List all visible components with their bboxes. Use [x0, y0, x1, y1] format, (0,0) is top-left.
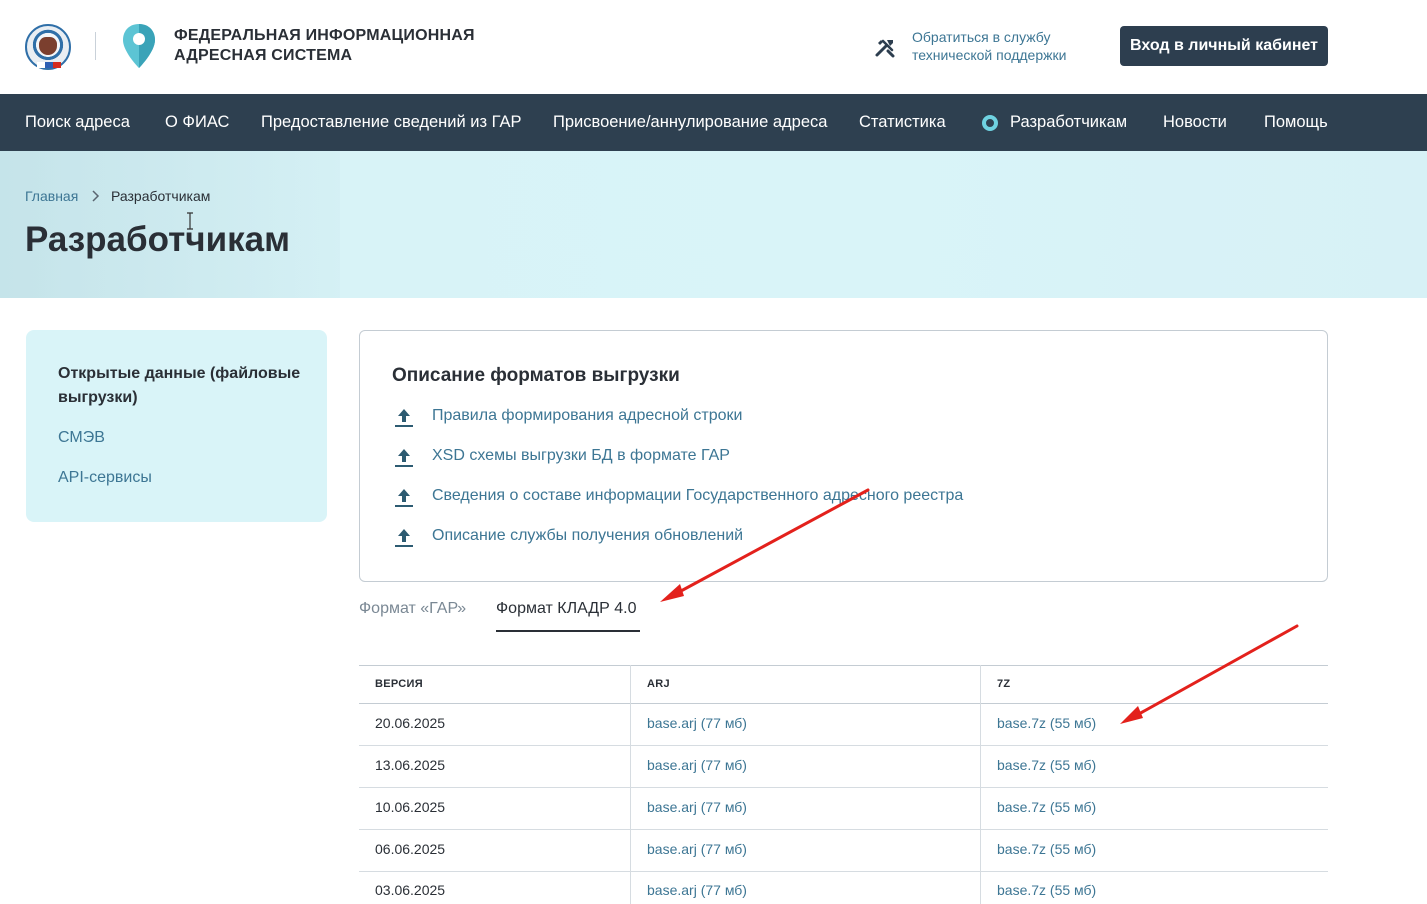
active-tab-underline	[496, 630, 640, 632]
doc-link-label: XSD схемы выгрузки БД в формате ГАР	[432, 447, 730, 464]
table-cell-version: 03.06.2025	[375, 882, 446, 898]
table-header-divider	[359, 703, 1328, 704]
support-line-2: технической поддержки	[912, 47, 1067, 63]
table-row-divider	[359, 829, 1328, 830]
nav-item-help[interactable]: Помощь	[1264, 94, 1328, 151]
brand-line-2: АДРЕСНАЯ СИСТЕМА	[174, 47, 353, 64]
table-cell-arj-link[interactable]: base.arj (77 мб)	[647, 715, 747, 731]
formats-card-title: Описание форматов выгрузки	[392, 365, 680, 386]
tools-icon[interactable]	[874, 37, 896, 59]
tab-gar-format[interactable]: Формат «ГАР»	[359, 600, 466, 618]
nav-item-about-fias[interactable]: О ФИАС	[165, 94, 229, 151]
download-icon	[395, 449, 413, 467]
table-cell-version: 06.06.2025	[375, 841, 446, 857]
support-line-1: Обратиться в службу	[912, 29, 1051, 45]
table-cell-7z-link[interactable]: base.7z (55 мб)	[997, 882, 1096, 898]
main-nav: Поиск адреса О ФИАС Предоставление сведе…	[0, 94, 1427, 151]
table-cell-arj-link[interactable]: base.arj (77 мб)	[647, 757, 747, 773]
table-cell-version: 10.06.2025	[375, 799, 446, 815]
table-row-divider	[359, 787, 1328, 788]
table-header-7z: 7Z	[997, 678, 1011, 690]
table-cell-arj-link[interactable]: base.arj (77 мб)	[647, 882, 747, 898]
table-header-version: ВЕРСИЯ	[375, 678, 423, 690]
sidebar-item-api-services[interactable]: API-сервисы	[58, 466, 152, 490]
table-row-divider	[359, 745, 1328, 746]
support-link[interactable]: Обратиться в службу технической поддержк…	[912, 28, 1092, 64]
eagle-icon	[39, 37, 57, 55]
nav-item-statistics[interactable]: Статистика	[859, 94, 946, 151]
nav-item-news[interactable]: Новости	[1163, 94, 1227, 151]
download-icon	[395, 489, 413, 507]
nav-item-address-search[interactable]: Поиск адреса	[25, 94, 130, 151]
table-cell-7z-link[interactable]: base.7z (55 мб)	[997, 715, 1096, 731]
doc-link-label: Сведения о составе информации Государств…	[432, 487, 964, 504]
tricolor-ribbon	[37, 62, 61, 68]
map-pin-logo-icon[interactable]	[121, 22, 157, 70]
table-cell-7z-link[interactable]: base.7z (55 мб)	[997, 799, 1096, 815]
login-button[interactable]: Вход в личный кабинет	[1120, 26, 1328, 66]
table-row-divider	[359, 871, 1328, 872]
doc-link-label: Правила формирования адресной строки	[432, 407, 743, 424]
tab-kladr-format[interactable]: Формат КЛАДР 4.0	[496, 600, 637, 618]
table-top-border	[359, 665, 1328, 666]
table-cell-7z-link[interactable]: base.7z (55 мб)	[997, 757, 1096, 773]
page-title: Разработчикам	[25, 220, 290, 259]
download-icon	[395, 529, 413, 547]
table-cell-arj-link[interactable]: base.arj (77 мб)	[647, 841, 747, 857]
active-nav-indicator-icon	[982, 115, 998, 131]
breadcrumb-home-link[interactable]: Главная	[25, 188, 78, 204]
logo-divider	[95, 32, 96, 60]
table-cell-7z-link[interactable]: base.7z (55 мб)	[997, 841, 1096, 857]
fns-emblem-icon[interactable]	[25, 24, 71, 70]
table-column-divider	[980, 665, 981, 904]
download-icon	[395, 409, 413, 427]
chevron-right-icon	[92, 190, 100, 202]
sidebar: Открытые данные (файловые выгрузки) СМЭВ…	[26, 330, 327, 522]
doc-link-label: Описание службы получения обновлений	[432, 527, 744, 544]
sidebar-item-open-data[interactable]: Открытые данные (файловые выгрузки)	[58, 362, 308, 410]
breadcrumb-current: Разработчикам	[111, 188, 211, 204]
sidebar-item-smev[interactable]: СМЭВ	[58, 426, 105, 450]
table-header-arj: ARJ	[647, 678, 670, 690]
nav-item-developers[interactable]: Разработчикам	[1010, 94, 1127, 151]
nav-item-gar-info[interactable]: Предоставление сведений из ГАР	[261, 94, 522, 151]
brand-line-1: ФЕДЕРАЛЬНАЯ ИНФОРМАЦИОННАЯ	[174, 27, 475, 44]
table-cell-version: 20.06.2025	[375, 715, 446, 731]
site-header: ФЕДЕРАЛЬНАЯ ИНФОРМАЦИОННАЯ АДРЕСНАЯ СИСТ…	[0, 0, 1427, 94]
table-cell-version: 13.06.2025	[375, 757, 446, 773]
table-cell-arj-link[interactable]: base.arj (77 мб)	[647, 799, 747, 815]
nav-item-address-assignment[interactable]: Присвоение/аннулирование адреса	[553, 94, 827, 151]
table-column-divider	[630, 665, 631, 904]
brand-title[interactable]: ФЕДЕРАЛЬНАЯ ИНФОРМАЦИОННАЯ АДРЕСНАЯ СИСТ…	[174, 26, 475, 66]
arrow-annotation	[1120, 624, 1299, 724]
